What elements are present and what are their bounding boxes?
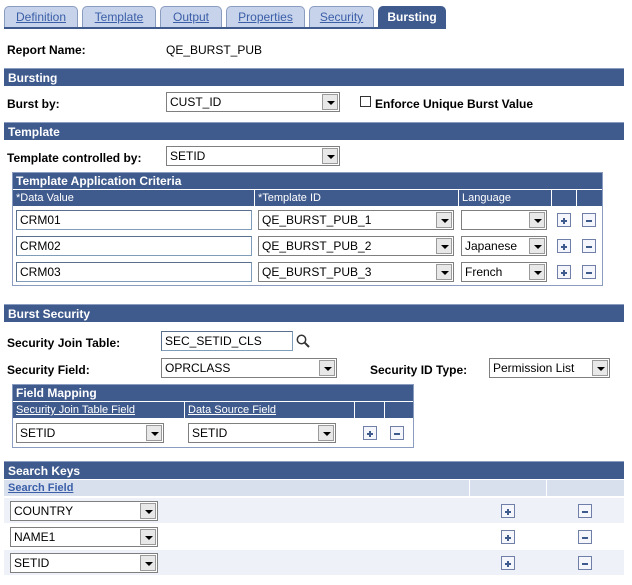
delete-row-button-1[interactable] (582, 213, 596, 227)
tab-underline (4, 27, 446, 29)
chevron-down-icon[interactable] (140, 555, 156, 571)
col-mapping-delete (385, 402, 413, 418)
join-field-value: SETID (20, 426, 56, 440)
data-source-field-select[interactable]: SETID (188, 423, 336, 443)
enforce-unique-checkbox[interactable] (360, 96, 371, 107)
search-icon[interactable] (295, 333, 311, 349)
chevron-down-icon[interactable] (322, 148, 338, 164)
tab-properties[interactable]: Properties (226, 6, 305, 28)
template-criteria-title: Template Application Criteria (13, 173, 602, 189)
search-field-select-1[interactable]: COUNTRY (10, 501, 158, 521)
security-field-label: Security Field: (7, 363, 90, 377)
report-name-value: QE_BURST_PUB (166, 43, 263, 57)
security-id-type-label: Security ID Type: (370, 363, 468, 377)
chevron-down-icon[interactable] (436, 212, 452, 228)
chevron-down-icon[interactable] (436, 264, 452, 280)
tab-output[interactable]: Output (160, 6, 222, 28)
add-row-button-2[interactable] (557, 239, 571, 253)
data-value-input-2[interactable]: CRM02 (16, 236, 252, 256)
col-language: Language (459, 190, 552, 206)
template-controlled-select[interactable]: SETID (166, 146, 340, 166)
field-mapping-title: Field Mapping (13, 385, 413, 401)
language-value-2: Japanese (465, 239, 518, 253)
data-value-input-3[interactable]: CRM03 (16, 262, 252, 282)
delete-mapping-button[interactable] (390, 426, 404, 440)
chevron-down-icon[interactable] (529, 238, 545, 254)
search-field-select-3[interactable]: SETID (10, 553, 158, 573)
enforce-unique-label: Enforce Unique Burst Value (375, 97, 534, 111)
tab-bursting[interactable]: Bursting (378, 6, 446, 28)
search-keys-section-header: Search Keys (4, 461, 624, 479)
col-security-join-field[interactable]: Security Join Table Field (13, 402, 185, 418)
col-add (552, 190, 577, 206)
security-join-table-label: Security Join Table: (7, 336, 121, 350)
bursting-section-header: Bursting (4, 68, 624, 86)
security-field-value: OPRCLASS (165, 361, 231, 375)
delete-search-key-button-1[interactable] (578, 504, 592, 518)
add-search-key-button-3[interactable] (501, 556, 515, 570)
delete-row-button-3[interactable] (582, 265, 596, 279)
chevron-down-icon[interactable] (529, 264, 545, 280)
col-data-source-field[interactable]: Data Source Field (185, 402, 355, 418)
template-id-select-1[interactable]: QE_BURST_PUB_1 (258, 210, 454, 230)
col-data-value: *Data Value (13, 190, 255, 206)
search-add-col-header (470, 480, 547, 496)
add-mapping-button[interactable] (363, 426, 377, 440)
language-select-1[interactable] (461, 210, 547, 230)
delete-row-button-2[interactable] (582, 239, 596, 253)
language-value-3: French (465, 265, 503, 279)
chevron-down-icon[interactable] (322, 94, 338, 110)
add-search-key-button-1[interactable] (501, 504, 515, 518)
burst-by-label: Burst by: (7, 97, 60, 111)
data-value-input-1[interactable]: CRM01 (16, 210, 252, 230)
chevron-down-icon[interactable] (140, 503, 156, 519)
template-id-value-2: QE_BURST_PUB_2 (262, 239, 372, 253)
search-field-header: Search Field (4, 480, 470, 496)
template-id-value-3: QE_BURST_PUB_3 (262, 265, 372, 279)
tab-security[interactable]: Security (309, 6, 374, 28)
chevron-down-icon[interactable] (146, 425, 162, 441)
search-delete-col-header (547, 480, 624, 496)
security-id-type-select[interactable]: Permission List (489, 358, 610, 378)
tab-definition[interactable]: Definition (4, 6, 78, 28)
security-id-type-value: Permission List (493, 361, 575, 375)
template-controlled-label: Template controlled by: (7, 151, 142, 165)
search-field-column-link[interactable]: Search Field (4, 482, 73, 494)
template-id-select-2[interactable]: QE_BURST_PUB_2 (258, 236, 454, 256)
search-field-value-3: SETID (14, 556, 50, 570)
search-field-select-2[interactable]: NAME1 (10, 527, 158, 547)
security-field-select[interactable]: OPRCLASS (161, 358, 337, 378)
chevron-down-icon[interactable] (436, 238, 452, 254)
col-template-id: *Template ID (255, 190, 459, 206)
search-field-value-2: NAME1 (14, 530, 56, 544)
language-select-2[interactable]: Japanese (461, 236, 547, 256)
language-select-3[interactable]: French (461, 262, 547, 282)
report-name-label: Report Name: (7, 43, 86, 57)
chevron-down-icon[interactable] (318, 425, 334, 441)
add-search-key-button-2[interactable] (501, 530, 515, 544)
col-delete (577, 190, 602, 206)
chevron-down-icon[interactable] (529, 212, 545, 228)
data-source-field-value: SETID (192, 426, 228, 440)
tab-bar: Definition Template Output Properties Se… (4, 6, 446, 28)
chevron-down-icon[interactable] (140, 529, 156, 545)
chevron-down-icon[interactable] (319, 360, 335, 376)
template-id-value-1: QE_BURST_PUB_1 (262, 213, 372, 227)
security-join-table-input[interactable]: SEC_SETID_CLS (161, 331, 293, 351)
chevron-down-icon[interactable] (592, 360, 608, 376)
template-controlled-value: SETID (170, 149, 206, 163)
join-field-select[interactable]: SETID (16, 423, 164, 443)
burst-by-value: CUST_ID (170, 95, 222, 109)
search-field-value-1: COUNTRY (14, 504, 74, 518)
add-row-button-3[interactable] (557, 265, 571, 279)
delete-search-key-button-2[interactable] (578, 530, 592, 544)
add-row-button-1[interactable] (557, 213, 571, 227)
template-section-header: Template (4, 122, 624, 140)
col-mapping-add (355, 402, 385, 418)
tab-template[interactable]: Template (82, 6, 156, 28)
burst-by-select[interactable]: CUST_ID (166, 92, 340, 112)
burst-security-section-header: Burst Security (4, 304, 624, 322)
template-id-select-3[interactable]: QE_BURST_PUB_3 (258, 262, 454, 282)
delete-search-key-button-3[interactable] (578, 556, 592, 570)
